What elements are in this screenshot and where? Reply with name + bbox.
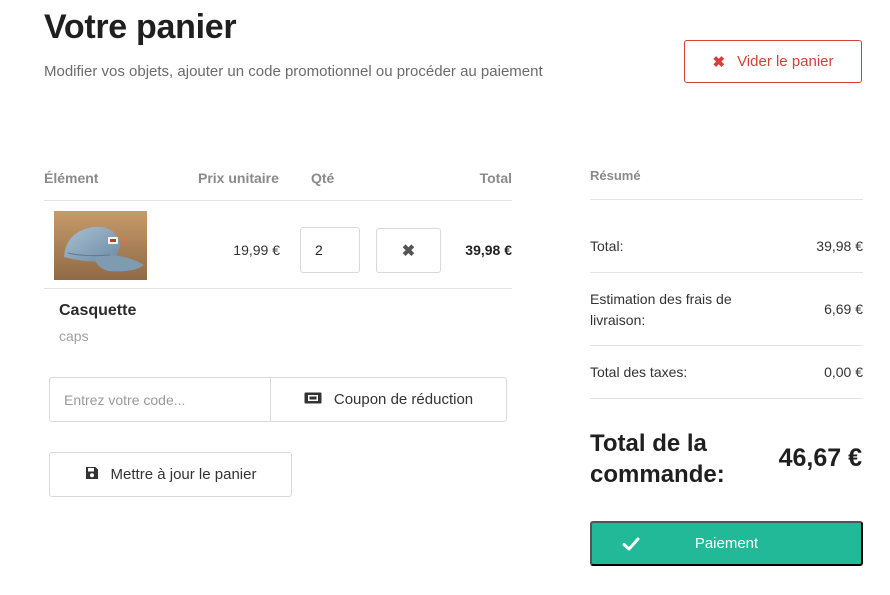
column-header-unit-price: Prix unitaire xyxy=(198,170,279,186)
summary-divider xyxy=(590,345,863,346)
column-header-item: Élément xyxy=(44,170,99,186)
update-cart-label: Mettre à jour le panier xyxy=(110,466,257,483)
page-subtitle: Modifier vos objets, ajouter un code pro… xyxy=(44,63,543,80)
coupon-button[interactable]: Coupon de réduction xyxy=(270,377,507,422)
check-icon xyxy=(622,535,640,557)
summary-divider xyxy=(590,398,863,399)
summary-row-value: 0,00 € xyxy=(824,364,863,380)
remove-item-button[interactable]: ✖ xyxy=(376,228,441,273)
empty-cart-label: Vider le panier xyxy=(737,53,834,70)
ticket-icon xyxy=(304,391,322,408)
close-icon: ✖ xyxy=(401,242,416,260)
summary-row-label: Estimation des frais de livraison: xyxy=(590,291,732,328)
summary-row-label: Total des taxes: xyxy=(590,364,688,380)
coupon-button-label: Coupon de réduction xyxy=(333,391,474,408)
page-title: Votre panier xyxy=(44,8,237,46)
summary-row-value: 39,98 € xyxy=(816,238,863,254)
grand-total-value: 46,67 € xyxy=(778,444,862,472)
grand-total-label: Total de la commande: xyxy=(590,430,725,488)
cap-image xyxy=(54,211,147,280)
coupon-input[interactable] xyxy=(49,377,271,422)
empty-cart-button[interactable]: ✖ Vider le panier xyxy=(684,40,862,83)
column-header-total: Total xyxy=(479,170,512,186)
product-category: caps xyxy=(59,328,89,344)
summary-divider xyxy=(590,199,863,200)
summary-divider xyxy=(590,272,863,273)
summary-heading: Résumé xyxy=(590,168,641,183)
quantity-input[interactable] xyxy=(300,227,360,273)
product-name: Casquette xyxy=(59,302,137,319)
table-divider xyxy=(44,288,512,289)
update-cart-button[interactable]: Mettre à jour le panier xyxy=(49,452,292,497)
close-icon: ✖ xyxy=(712,53,726,71)
summary-row-value: 6,69 € xyxy=(824,301,863,317)
line-total: 39,98 € xyxy=(465,242,512,258)
unit-price: 19,99 € xyxy=(233,242,280,258)
table-divider xyxy=(44,200,512,201)
summary-row-label: Total: xyxy=(590,238,624,254)
save-icon xyxy=(85,466,99,484)
column-header-qty: Qté xyxy=(311,170,335,186)
checkout-button[interactable]: Paiement xyxy=(590,521,863,566)
